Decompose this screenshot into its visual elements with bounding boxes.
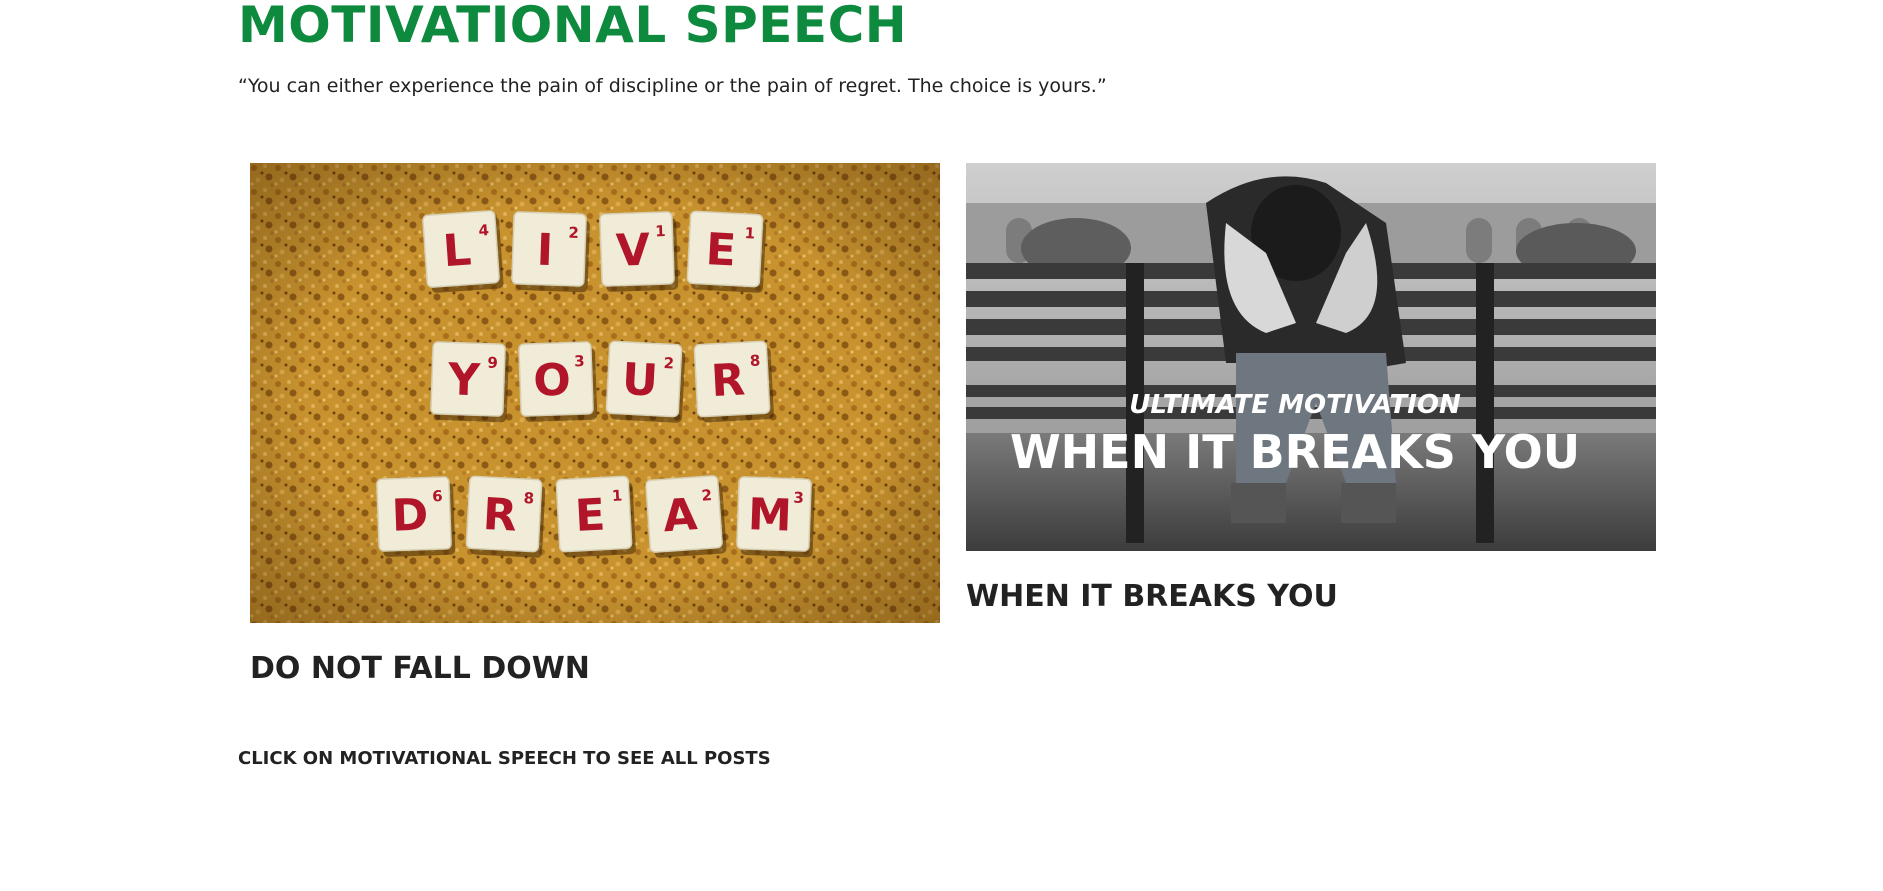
image-caption-small: ULTIMATE MOTIVATION [1129,390,1461,420]
scrabble-tile-score: 2 [701,486,713,505]
scrabble-tile-letter: Y [446,354,482,406]
scrabble-tile-score: 8 [749,352,760,371]
post-title-do-not-fall-down[interactable]: DO NOT FALL DOWN [250,651,940,686]
scrabble-tile: I2 [511,211,590,293]
image-caption-large: WHEN IT BREAKS YOU [1010,425,1580,479]
scrabble-tile-score: 1 [744,224,755,243]
see-all-posts-link[interactable]: CLICK ON MOTIVATIONAL SPEECH TO SEE ALL … [238,748,771,769]
scrabble-tile-letter: R [482,489,519,542]
scrabble-tile-letter: L [441,224,473,277]
scrabble-tile-score: 2 [663,354,674,373]
scrabble-tile-letter: D [391,490,429,542]
man-on-bench-image: ULTIMATE MOTIVATION WHEN IT BREAKS YOU [966,163,1656,551]
section-quote: “You can either experience the pain of d… [238,75,1107,97]
scrabble-tile-score: 6 [432,487,443,505]
scrabble-tile-letter: A [661,489,699,542]
scrabble-tile: V1 [599,211,679,292]
scrabble-tile-score: 8 [523,489,534,508]
scrabble-tile-letter: R [710,354,747,407]
scrabble-tile-score: 3 [574,352,585,370]
scrabble-tile: Y9 [430,341,509,423]
scrabble-tile: D6 [376,476,456,557]
scrabble-tile: O3 [518,341,598,422]
scrabble-tile-letter: E [574,489,607,542]
section-title-link[interactable]: MOTIVATIONAL SPEECH [238,0,907,50]
scrabble-tile: R8 [465,475,546,558]
scrabble-tile-score: 4 [478,221,490,240]
scrabble-tile-score: 2 [568,224,579,242]
post-thumbnail-live-your-dream[interactable]: L4I2V1E1Y9O3U2R8D6R8E1A2M3 [250,163,940,623]
scrabble-tile: M3 [736,476,815,558]
post-card-when-it-breaks-you: ULTIMATE MOTIVATION WHEN IT BREAKS YOU W… [966,163,1656,614]
scrabble-tile-letter: E [705,224,738,277]
scrabble-tile-letter: O [532,355,571,407]
scrabble-tile: E1 [686,210,767,293]
scrabble-tile: E1 [555,475,636,558]
post-thumbnail-when-it-breaks-you[interactable]: ULTIMATE MOTIVATION WHEN IT BREAKS YOU [966,163,1656,551]
scrabble-tile: L4 [422,210,504,293]
scrabble-tile-score: 9 [487,354,498,372]
scrabble-tile: A2 [645,475,727,558]
scrabble-tile-score: 1 [611,487,622,506]
scrabble-tile-letter: I [536,225,554,277]
scrabble-tile-letter: M [747,489,793,541]
scrabble-tile: R8 [693,340,774,423]
scrabble-tile-score: 3 [793,489,804,507]
scrabble-tile-letter: V [615,225,651,277]
scrabble-tile-score: 1 [655,222,666,240]
post-title-when-it-breaks-you[interactable]: WHEN IT BREAKS YOU [966,579,1656,614]
scrabble-tile-letter: U [621,354,659,407]
scrabble-tile: U2 [605,340,686,423]
post-card-do-not-fall-down: L4I2V1E1Y9O3U2R8D6R8E1A2M3 DO NOT FALL D… [250,163,940,686]
cork-board-scrabble-image: L 4 I 2 V 1 E 1Y 9 O 3 U 2 R 8D 6 R 8 E 1 A 2 M 3 [250,163,940,623]
